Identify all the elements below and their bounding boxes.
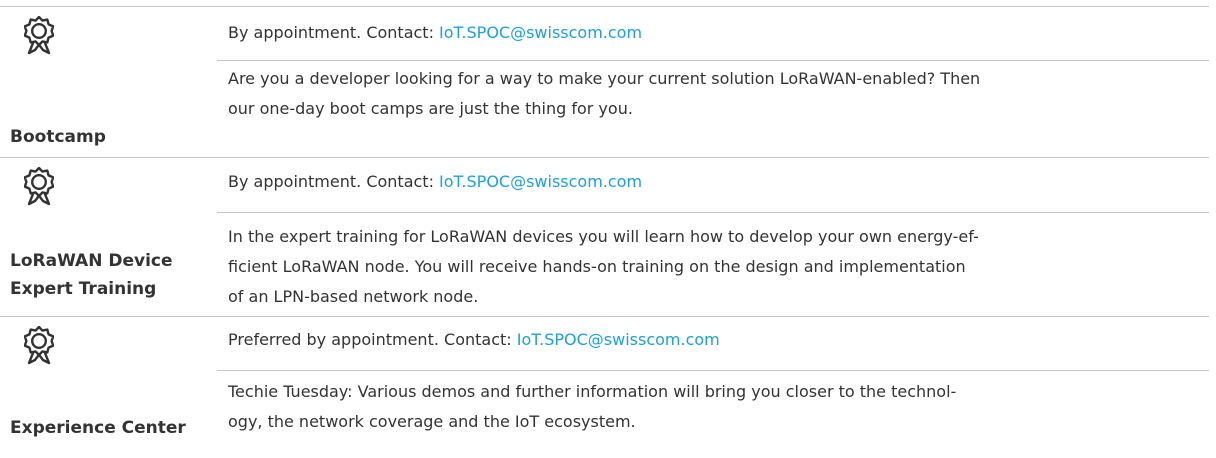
contact-email-link[interactable]: IoT.SPOC@swisscom.com bbox=[439, 23, 642, 42]
offering-name: Bootcamp bbox=[10, 127, 106, 147]
contact-email-link[interactable]: IoT.SPOC@swisscom.com bbox=[439, 172, 642, 191]
availability-text: By appointment. Contact: bbox=[228, 172, 440, 191]
offering-name: Experience Center bbox=[10, 418, 186, 438]
award-badge-icon bbox=[24, 326, 54, 366]
offering-name: LoRaWAN Device Expert Training bbox=[10, 251, 173, 299]
offering-description: In the expert training for LoRaWAN devic… bbox=[217, 212, 1209, 312]
availability-text: Preferred by appointment. Contact: bbox=[228, 330, 517, 349]
description-line: ficient LoRaWAN node. You will receive h… bbox=[228, 257, 966, 276]
description-line: our one-day boot camps are just the thin… bbox=[228, 99, 633, 118]
offering-details-cell: By appointment. Contact: IoT.SPOC@swissc… bbox=[217, 158, 1209, 317]
offering-label-cell: Bootcamp bbox=[10, 7, 210, 158]
offering-bootcamp: Bootcamp By appointment. Contact: IoT.SP… bbox=[0, 6, 1209, 158]
availability-text: By appointment. Contact: bbox=[228, 23, 440, 42]
offering-experience-center: Experience Center Preferred by appointme… bbox=[0, 316, 1209, 458]
award-badge-icon bbox=[24, 167, 54, 207]
offering-details-cell: Preferred by appointment. Contact: IoT.S… bbox=[217, 317, 1209, 458]
description-line: of an LPN-based network node. bbox=[228, 287, 479, 306]
offering-details-cell: By appointment. Contact: IoT.SPOC@swissc… bbox=[217, 7, 1209, 158]
description-line: In the expert training for LoRaWAN devic… bbox=[228, 227, 979, 246]
award-badge-icon bbox=[24, 16, 54, 56]
description-line: Are you a developer looking for a way to… bbox=[228, 69, 981, 88]
offering-description: Techie Tuesday: Various demos and furthe… bbox=[217, 370, 1209, 437]
offering-label-cell: Experience Center bbox=[10, 317, 210, 458]
availability-line: By appointment. Contact: IoT.SPOC@swissc… bbox=[217, 21, 1209, 45]
description-line: ogy, the network coverage and the IoT ec… bbox=[228, 412, 636, 431]
offering-label-cell: LoRaWAN Device Expert Training bbox=[10, 158, 210, 317]
description-line: Techie Tuesday: Various demos and furthe… bbox=[228, 382, 957, 401]
availability-line: By appointment. Contact: IoT.SPOC@swissc… bbox=[217, 170, 1209, 194]
offering-description: Are you a developer looking for a way to… bbox=[217, 60, 1209, 124]
contact-email-link[interactable]: IoT.SPOC@swisscom.com bbox=[517, 330, 720, 349]
availability-line: Preferred by appointment. Contact: IoT.S… bbox=[217, 328, 1209, 352]
offering-lorawan-device-expert-training: LoRaWAN Device Expert Training By appoin… bbox=[0, 157, 1209, 317]
